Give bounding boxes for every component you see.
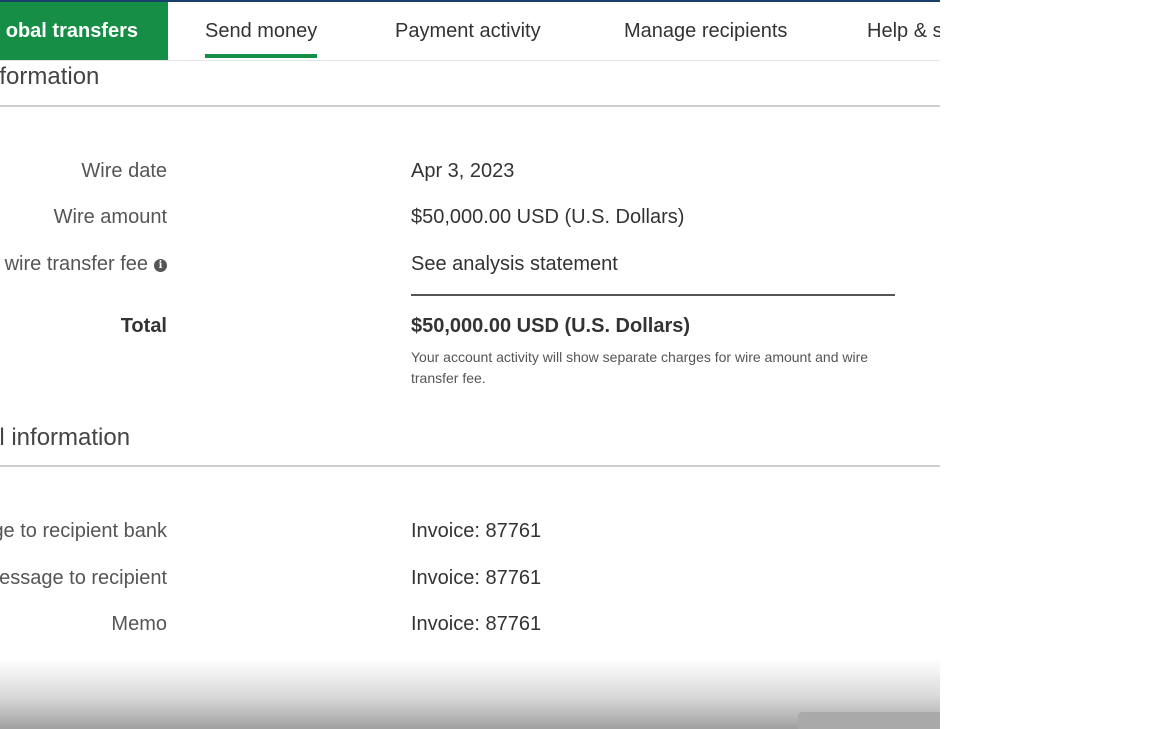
nav-tab-help[interactable]: Help & s — [867, 2, 940, 60]
screen: obal transfers Send money Payment activi… — [0, 0, 1152, 729]
value-memo: Invoice: 87761 — [411, 613, 542, 635]
action-button[interactable] — [798, 712, 940, 729]
section-divider — [0, 465, 940, 467]
value-wire-date: Apr 3, 2023 — [411, 160, 515, 182]
label-wire-date: Wire date — [81, 160, 167, 182]
nav-tab-label: Send money — [205, 20, 318, 42]
total-divider — [411, 294, 895, 296]
section-title-information: nformation — [0, 63, 100, 90]
wire-review-page: obal transfers Send money Payment activi… — [0, 0, 940, 729]
label-wire-amount: Wire amount — [53, 206, 167, 228]
section-title-additional-information: al information — [0, 424, 131, 451]
nav-tab-global-transfers[interactable]: obal transfers — [0, 2, 168, 60]
label-outgoing-fee: Outgoing wire transfer fee — [0, 253, 148, 275]
total-note: Your account activity will show separate… — [411, 349, 869, 386]
value-outgoing-fee: See analysis statement — [411, 253, 618, 275]
nav-tab-send-money[interactable]: Send money — [205, 2, 318, 60]
label-message-to-recipient: Message to recipient — [0, 567, 167, 589]
label-total: Total — [120, 315, 167, 337]
value-message-to-recipient: Invoice: 87761 — [411, 567, 542, 589]
top-navigation: obal transfers Send money Payment activi… — [0, 2, 940, 61]
label-outgoing-fee-row: Outgoing wire transfer fee i — [0, 253, 167, 276]
value-message-to-recipient-bank: Invoice: 87761 — [411, 520, 542, 542]
label-memo: Memo — [111, 613, 167, 635]
value-total: $50,000.00 USD (U.S. Dollars) — [411, 315, 691, 337]
label-message-to-recipient-bank: Message to recipient bank — [0, 520, 167, 542]
value-wire-amount: $50,000.00 USD (U.S. Dollars) — [411, 206, 685, 228]
nav-tab-payment-activity[interactable]: Payment activity — [395, 2, 541, 60]
nav-tab-manage-recipients[interactable]: Manage recipients — [624, 2, 787, 60]
section-divider — [0, 105, 940, 107]
active-tab-underline — [205, 54, 318, 58]
info-icon[interactable]: i — [154, 259, 167, 272]
